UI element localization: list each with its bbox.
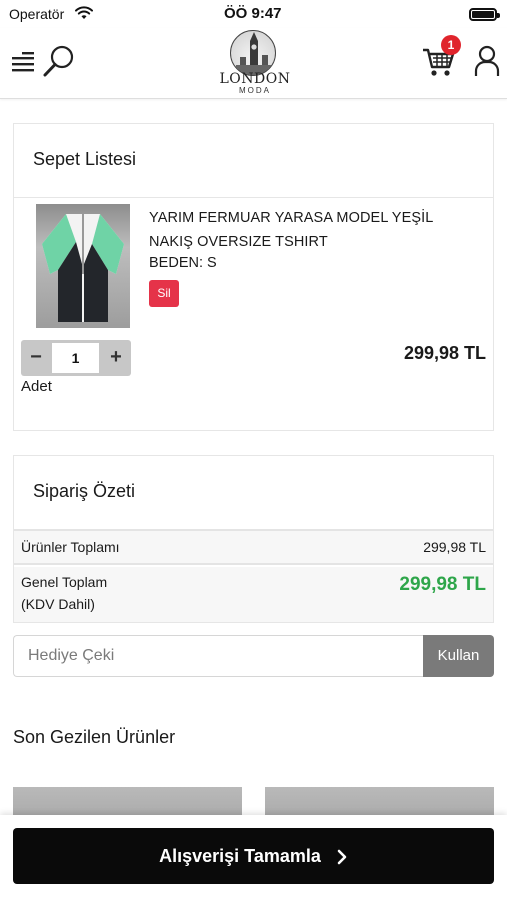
- remove-item-button[interactable]: Sil: [149, 280, 179, 307]
- item-price: 299,98 TL: [403, 343, 486, 363]
- search-icon[interactable]: [42, 44, 76, 78]
- subtotal-row: Ürünler Toplamı 299,98 TL: [14, 531, 493, 565]
- grand-total-label: Genel Toplam: [21, 574, 108, 590]
- app-header: LONDON MODA 1: [0, 28, 507, 99]
- subtotal-value: 299,98 TL: [423, 539, 486, 555]
- cart-count-badge: 1: [441, 35, 461, 55]
- cart-list-card: Sepet Listesi YARIM FERMUAR YARASA MODEL…: [13, 123, 494, 431]
- subtotal-label: Ürünler Toplamı: [21, 539, 120, 555]
- gift-voucher-form: Kullan: [13, 635, 494, 677]
- divider: [14, 197, 493, 198]
- grand-total-value: 299,98 TL: [399, 574, 486, 595]
- product-size: BEDEN: S: [149, 255, 217, 271]
- quantity-label: Adet: [21, 378, 52, 395]
- product-image[interactable]: [36, 204, 130, 328]
- order-summary-title: Sipariş Özeti: [33, 481, 136, 501]
- increase-quantity-button[interactable]: +: [101, 340, 131, 376]
- quantity-value[interactable]: 1: [52, 343, 99, 373]
- vat-included-label: (KDV Dahil): [21, 596, 95, 612]
- product-name[interactable]: YARIM FERMUAR YARASA MODEL YEŞİL NAKIŞ O…: [149, 206, 469, 254]
- order-summary-card: Sipariş Özeti Ürünler Toplamı 299,98 TL …: [13, 455, 494, 623]
- logo-subtext: MODA: [239, 86, 271, 95]
- chevron-right-icon: [337, 849, 347, 865]
- complete-purchase-button[interactable]: Alışverişi Tamamla: [13, 828, 494, 884]
- recently-viewed-title: Son Gezilen Ürünler: [13, 727, 176, 747]
- logo-text: LONDON: [219, 71, 291, 87]
- cart-list-title: Sepet Listesi: [33, 149, 137, 169]
- brand-logo[interactable]: LONDON MODA: [218, 28, 292, 98]
- quantity-stepper: − 1 +: [21, 340, 131, 376]
- wifi-icon: [75, 6, 93, 19]
- clock: ÖÖ 9:47: [224, 5, 282, 22]
- complete-purchase-label: Alışverişi Tamamla: [159, 846, 321, 866]
- decrease-quantity-button[interactable]: −: [21, 340, 51, 376]
- battery-icon: [469, 8, 500, 21]
- big-ben-emblem-icon: [230, 30, 276, 76]
- carrier-label: Operatör: [9, 6, 65, 22]
- status-bar: Operatör ÖÖ 9:47: [0, 0, 507, 28]
- grand-total-row: Genel Toplam (KDV Dahil) 299,98 TL: [14, 567, 493, 622]
- menu-icon[interactable]: [10, 49, 36, 75]
- user-icon[interactable]: [473, 44, 501, 78]
- checkout-bar: Alışverişi Tamamla: [0, 815, 507, 900]
- apply-voucher-button[interactable]: Kullan: [423, 635, 494, 677]
- gift-voucher-input[interactable]: [13, 635, 424, 677]
